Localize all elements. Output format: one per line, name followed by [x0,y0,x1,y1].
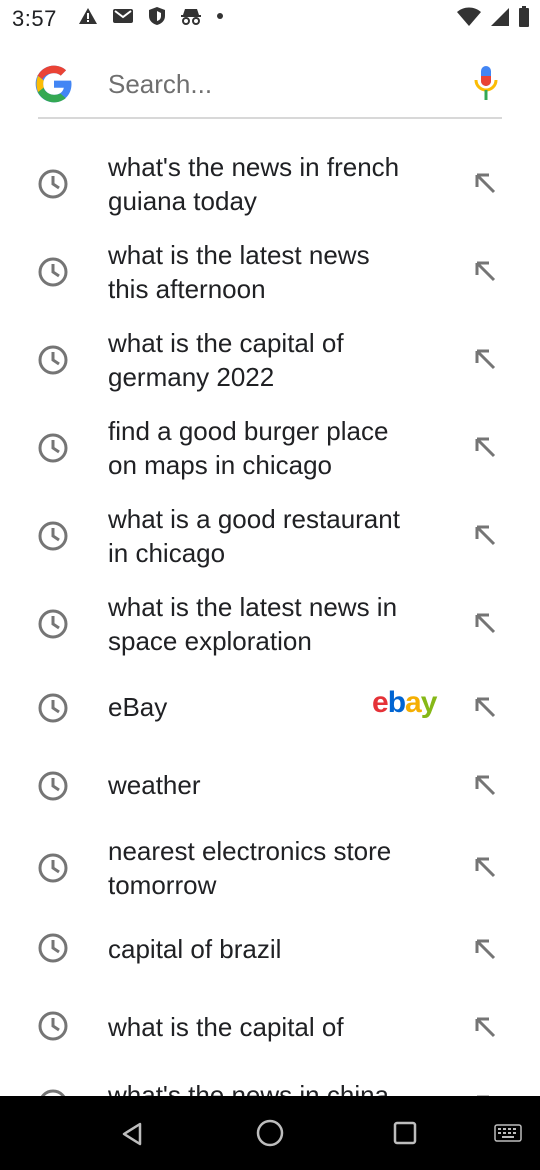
suggestion-line: weather [108,770,201,800]
suggestion-item-ebay[interactable]: eBay ebay [0,676,540,754]
suggestion-text: what is the capital of germany 2022 [108,326,448,394]
ebay-logo: ebay [372,686,438,720]
history-clock-icon [38,345,68,375]
suggestion-line: in chicago [108,538,226,568]
fill-query-arrow-icon[interactable] [470,256,500,286]
incognito-icon [181,9,201,25]
status-bar: 3:57 [0,0,540,40]
suggestion-line: this afternoon [108,274,266,304]
suggestion-line: tomorrow [108,870,217,900]
ebay-logo-letter: a [405,686,422,719]
suggestion-line: find a good burger place [108,416,389,446]
microphone-icon[interactable] [472,64,500,104]
home-icon[interactable] [255,1118,285,1148]
search-input[interactable] [108,60,448,108]
fill-query-arrow-icon[interactable] [470,520,500,550]
suggestion-text: what is a good restaurant in chicago [108,502,448,570]
navigation-bar [0,1096,540,1170]
suggestion-text: nearest electronics store tomorrow [108,834,448,902]
history-clock-icon [38,433,68,463]
suggestion-item[interactable]: what is the latest news this afternoon [0,236,540,324]
suggestion-text: what is the capital of [108,1010,448,1044]
suggestion-text: what is the latest news this afternoon [108,238,448,306]
suggestion-line: guiana today [108,186,257,216]
suggestion-text: weather [108,768,448,802]
ebay-logo-letter: e [372,686,389,719]
suggestion-text: what's the news in china [108,1078,448,1096]
suggestion-line: what is a good restaurant [108,504,400,534]
wifi-icon [457,7,481,26]
suggestion-item[interactable]: what is the capital of germany 2022 [0,324,540,412]
fill-query-arrow-icon[interactable] [470,692,500,722]
suggestion-text: find a good burger place on maps in chica… [108,414,448,482]
suggestion-item[interactable]: what is the capital of [0,998,540,1076]
back-icon[interactable] [118,1120,146,1148]
status-time: 3:57 [12,6,57,31]
fill-query-arrow-icon[interactable] [470,934,500,964]
suggestion-item[interactable]: what's the news in french guiana today [0,148,540,236]
suggestion-text: what's the news in french guiana today [108,150,448,218]
suggestion-item[interactable]: capital of brazil [0,920,540,998]
suggestion-item[interactable]: what is a good restaurant in chicago [0,500,540,588]
system-status-icons [456,6,530,28]
history-clock-icon [38,693,68,723]
fill-query-arrow-icon[interactable] [470,168,500,198]
history-clock-icon [38,521,68,551]
suggestion-item[interactable]: what is the latest news in space explorat… [0,588,540,676]
suggestion-line: space exploration [108,626,312,656]
google-logo-icon [35,65,72,103]
suggestion-text: what is the latest news in space explorat… [108,590,448,658]
history-clock-icon [38,1011,68,1041]
alert-icon [79,8,97,24]
fill-query-arrow-icon[interactable] [470,770,500,800]
suggestion-item[interactable]: weather [0,754,540,832]
dot-icon [217,13,223,19]
suggestion-line: what is the capital of [108,1012,344,1042]
fill-query-arrow-icon[interactable] [470,1012,500,1042]
suggestion-line: capital of brazil [108,934,282,964]
suggestion-item[interactable]: find a good burger place on maps in chica… [0,412,540,500]
notification-icons [78,6,224,26]
suggestion-line: nearest electronics store [108,836,392,866]
history-clock-icon [38,609,68,639]
gmail-icon [113,9,133,23]
fill-query-arrow-icon[interactable] [470,852,500,882]
shield-icon [149,7,165,25]
suggestion-text: capital of brazil [108,932,448,966]
history-clock-icon [38,169,68,199]
signal-icon [491,8,509,26]
suggestion-line: what's the news in french [108,152,400,182]
fill-query-arrow-icon[interactable] [470,432,500,462]
ebay-logo-letter: b [387,686,406,719]
history-clock-icon [38,771,68,801]
history-clock-icon [38,933,68,963]
history-clock-icon [40,1089,66,1096]
suggestion-line: germany 2022 [108,362,275,392]
suggestion-item[interactable]: nearest electronics store tomorrow [0,832,540,920]
suggestion-item[interactable]: what's the news in china [0,1076,540,1096]
ebay-logo-letter: y [420,686,438,719]
suggestion-line: what is the capital of [108,328,344,358]
suggestion-line: what is the latest news [108,240,370,270]
search-divider [38,117,502,119]
search-bar [0,40,540,124]
keyboard-icon[interactable] [494,1124,522,1142]
suggestion-line: what's the news in china [108,1080,390,1096]
suggestion-line: on maps in chicago [108,450,333,480]
suggestion-line: what is the latest news in [108,592,398,622]
history-clock-icon [38,257,68,287]
suggestions-list: what's the news in french guiana today wh… [0,130,540,1096]
recent-apps-icon[interactable] [393,1121,417,1145]
fill-query-arrow-icon[interactable] [470,608,500,638]
battery-icon [519,6,529,27]
history-clock-icon [38,853,68,883]
fill-query-arrow-icon[interactable] [470,344,500,374]
